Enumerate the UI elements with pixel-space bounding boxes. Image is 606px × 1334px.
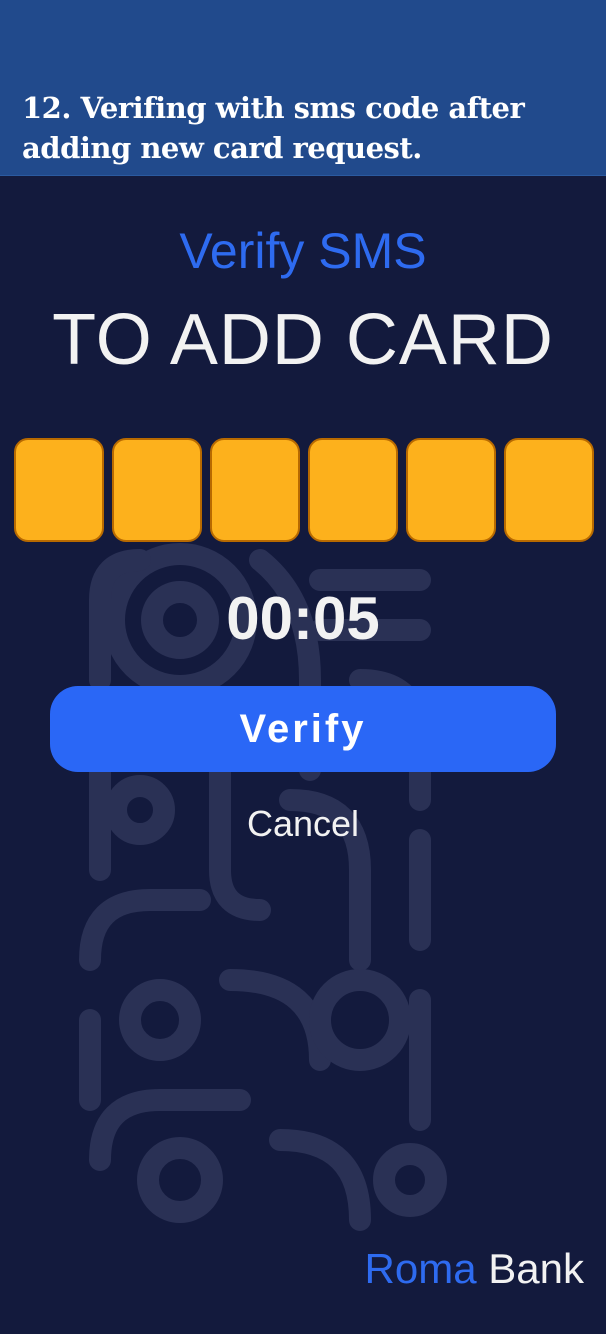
countdown-timer: 00:05 bbox=[226, 585, 380, 652]
brand-name-first: Roma bbox=[364, 1245, 477, 1292]
sms-code-input bbox=[14, 438, 594, 546]
code-digit-6[interactable] bbox=[504, 438, 594, 542]
caption-text: 12. Verifing with sms code after adding … bbox=[22, 91, 525, 165]
caption-bar: 12. Verifing with sms code after adding … bbox=[0, 0, 606, 176]
cancel-button[interactable]: Cancel bbox=[0, 802, 606, 846]
code-digit-4[interactable] bbox=[308, 438, 398, 542]
code-digit-5[interactable] bbox=[406, 438, 496, 542]
page-title: TO ADD CARD bbox=[52, 300, 554, 380]
brand-logo: Roma Bank bbox=[365, 1244, 584, 1294]
code-digit-3[interactable] bbox=[210, 438, 300, 542]
brand-name-second: Bank bbox=[488, 1245, 584, 1292]
verify-button[interactable]: Verify bbox=[50, 686, 556, 772]
verify-sms-subtitle: Verify SMS bbox=[179, 223, 427, 279]
code-digit-1[interactable] bbox=[14, 438, 104, 542]
code-digit-2[interactable] bbox=[112, 438, 202, 542]
